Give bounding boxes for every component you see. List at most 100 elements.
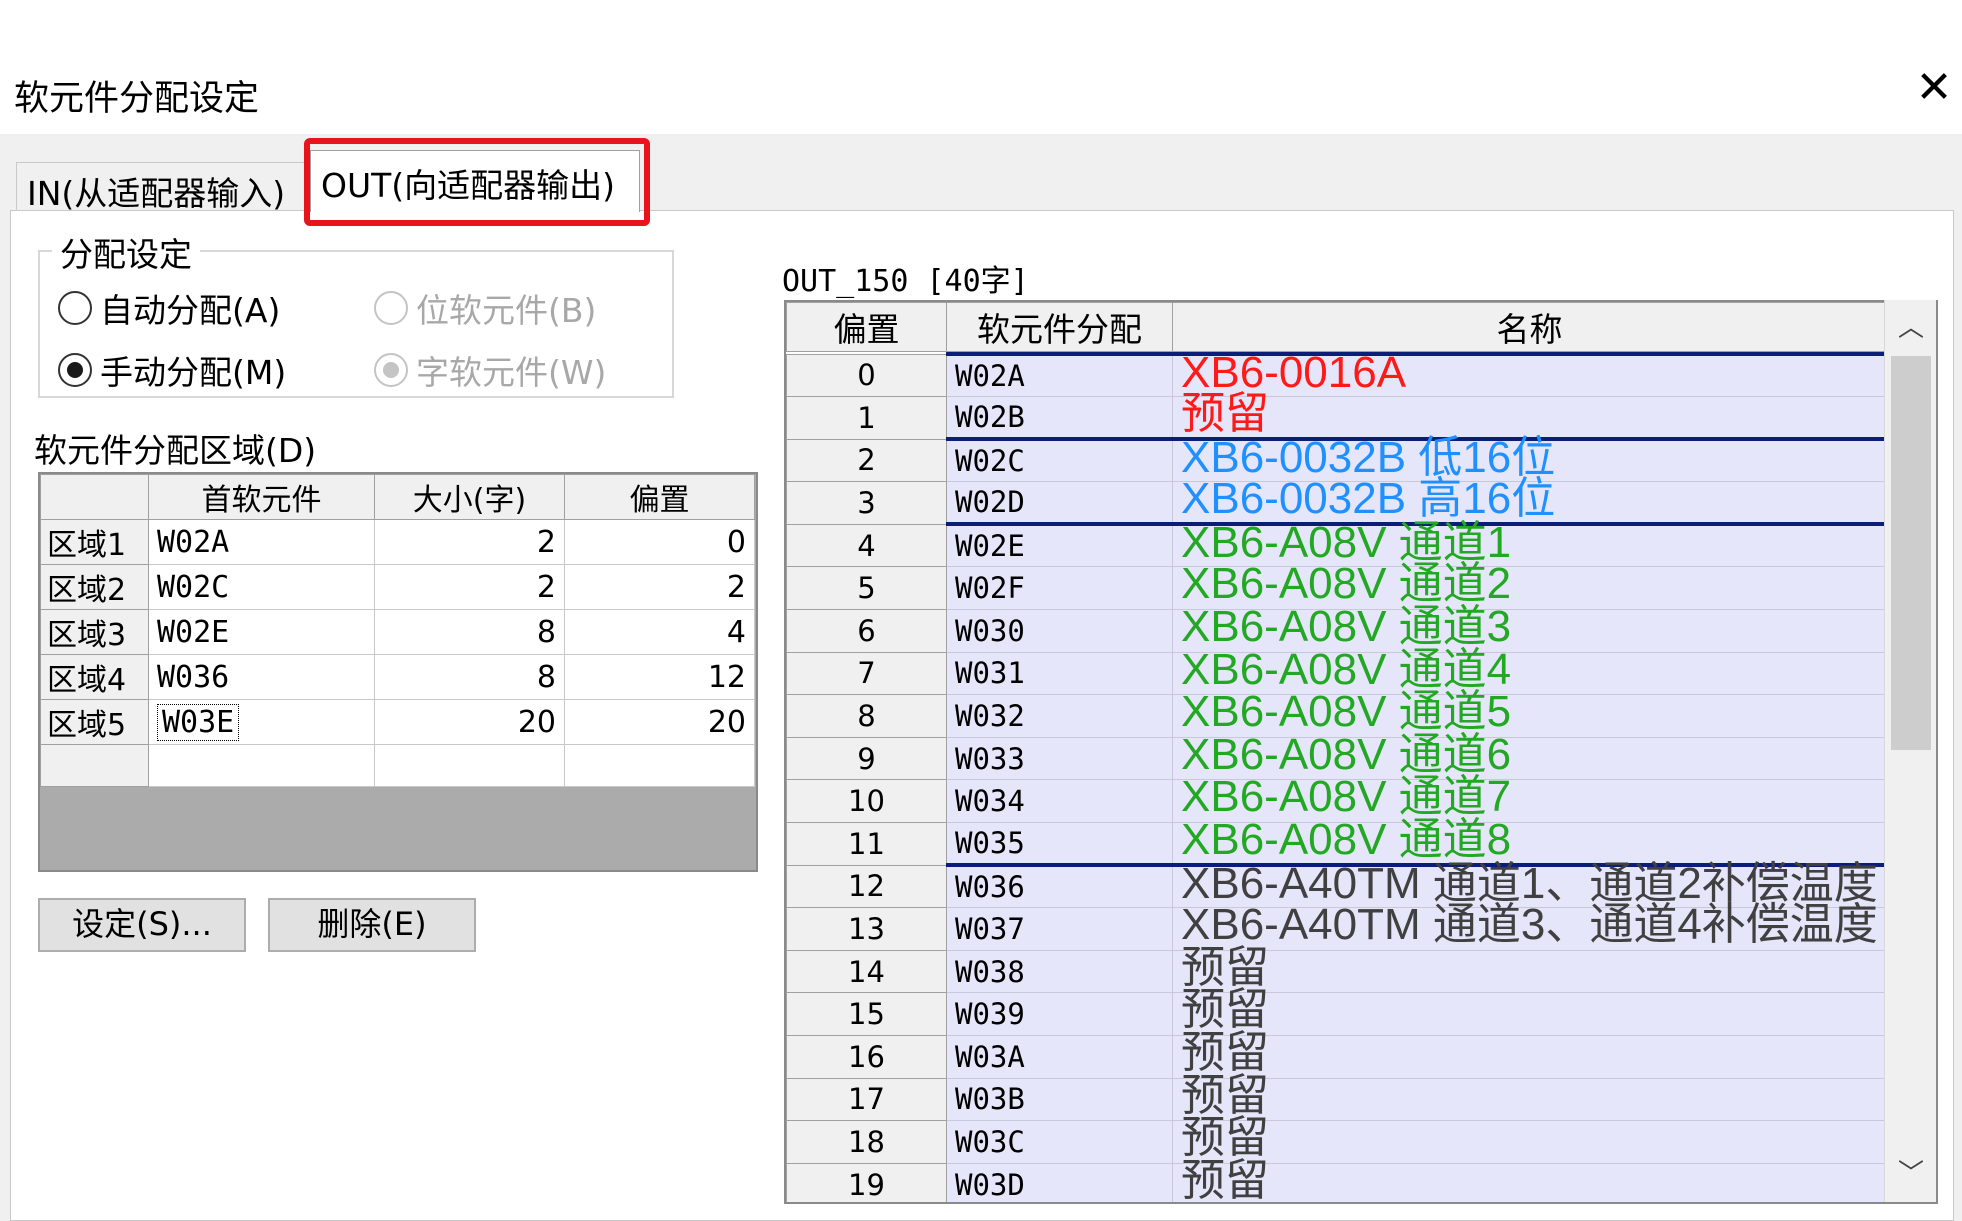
allocation-legend: 分配设定: [52, 228, 200, 276]
out-cell-offset: 15: [786, 992, 947, 1036]
out-cell-device[interactable]: W02D: [946, 481, 1173, 525]
tab-in[interactable]: IN(从适配器输入): [16, 162, 306, 213]
table-row[interactable]: 18 W03C 预留: [786, 1113, 1887, 1164]
out-cell-name[interactable]: 预留: [1172, 1071, 1887, 1122]
vertical-scrollbar[interactable]: ︿ ﹀: [1884, 300, 1936, 1202]
area-cell-size[interactable]: 2: [374, 564, 565, 610]
area-header-device: 首软元件: [148, 474, 375, 520]
table-row[interactable]: 区域3 W02E 8 4: [40, 609, 755, 655]
out-cell-name[interactable]: 预留: [1172, 1156, 1887, 1202]
area-row-header[interactable]: 区域5: [40, 699, 149, 745]
area-cell-device[interactable]: W036: [148, 654, 375, 700]
out-cell-offset: 8: [786, 694, 947, 738]
out-cell-device[interactable]: W032: [946, 694, 1173, 738]
table-row[interactable]: 19 W03D 预留: [786, 1156, 1887, 1202]
area-row-header[interactable]: [40, 744, 149, 787]
area-cell-size[interactable]: 20: [374, 699, 565, 745]
area-cell-size[interactable]: 8: [374, 609, 565, 655]
out-cell-offset: 4: [786, 523, 947, 568]
radio-auto-allocation[interactable]: 自动分配(A): [58, 284, 280, 332]
tab-out[interactable]: OUT(向适配器输出): [310, 150, 640, 212]
area-label: 软元件分配区域(D): [34, 431, 317, 470]
area-cell-device[interactable]: W02A: [148, 519, 375, 565]
out-cell-device[interactable]: W02C: [946, 437, 1173, 483]
area-grid[interactable]: 首软元件 大小(字) 偏置 区域1 W02A 2 0 区域2 W02C 2 2 …: [38, 472, 758, 872]
out-cell-device[interactable]: W03C: [946, 1120, 1173, 1164]
area-row-header[interactable]: 区域4: [40, 654, 149, 700]
table-row[interactable]: 15 W039 预留: [786, 985, 1887, 1036]
delete-button[interactable]: 删除(E): [268, 898, 476, 952]
out-cell-device[interactable]: W02B: [946, 396, 1173, 440]
out-cell-device[interactable]: W037: [946, 907, 1173, 951]
area-cell-device-focused[interactable]: W03E: [148, 699, 375, 745]
set-button[interactable]: 设定(S)...: [38, 898, 246, 952]
out-rows[interactable]: 0 W02A XB6-0016A 1 W02B 预留 2 W02C XB6-0032B 低16位…: [786, 348, 1887, 1202]
out-cell-device[interactable]: W03B: [946, 1078, 1173, 1122]
area-cell-size[interactable]: [374, 744, 565, 787]
out-cell-offset: 11: [786, 822, 947, 866]
area-cell-offset: 20: [564, 699, 755, 745]
area-cell-offset: 12: [564, 654, 755, 700]
out-cell-device[interactable]: W02F: [946, 566, 1173, 611]
out-cell-offset: 5: [786, 566, 947, 611]
area-cell-size[interactable]: 8: [374, 654, 565, 700]
radio-manual-allocation[interactable]: 手动分配(M): [58, 346, 286, 394]
table-row[interactable]: 区域2 W02C 2 2: [40, 564, 755, 610]
radio-manual-label: 手动分配(M): [100, 353, 287, 392]
out-cell-device[interactable]: W02A: [946, 352, 1173, 398]
out-cell-name[interactable]: XB6-0016A: [1172, 348, 1887, 398]
out-cell-device[interactable]: W02E: [946, 522, 1173, 568]
area-row-header[interactable]: 区域3: [40, 609, 149, 655]
table-row[interactable]: 0 W02A XB6-0016A: [786, 348, 1887, 398]
out-cell-name[interactable]: XB6-A40TM 通道3、通道4补偿温度: [1172, 900, 1887, 951]
close-icon[interactable]: ✕: [1912, 66, 1956, 110]
out-cell-offset: 9: [786, 736, 947, 781]
out-cell-offset: 7: [786, 651, 947, 696]
area-corner-header: [40, 474, 149, 520]
table-row[interactable]: 17 W03B 预留: [786, 1071, 1887, 1122]
out-cell-device[interactable]: W035: [946, 822, 1173, 866]
out-grid-header: 偏置 软元件分配 名称: [786, 302, 1887, 352]
radio-unchecked-icon: [58, 291, 92, 325]
out-cell-name[interactable]: 预留: [1172, 1028, 1887, 1079]
out-cell-device[interactable]: W033: [946, 737, 1173, 781]
area-cell-size[interactable]: 2: [374, 519, 565, 565]
area-cell-device[interactable]: [148, 744, 375, 787]
out-cell-device[interactable]: W030: [946, 609, 1173, 653]
out-cell-device[interactable]: W038: [946, 950, 1173, 994]
table-row[interactable]: 16 W03A 预留: [786, 1028, 1887, 1079]
out-header-name: 名称: [1172, 302, 1887, 352]
out-cell-name[interactable]: 预留: [1172, 985, 1887, 1036]
area-header-size: 大小(字): [374, 474, 565, 520]
out-cell-device[interactable]: W031: [946, 652, 1173, 696]
table-row[interactable]: 区域5 W03E 20 20: [40, 699, 755, 745]
scroll-down-icon[interactable]: ﹀: [1885, 1150, 1937, 1198]
out-cell-name[interactable]: 预留: [1172, 1113, 1887, 1164]
scroll-thumb[interactable]: [1891, 356, 1931, 750]
table-row-empty[interactable]: [40, 744, 755, 787]
table-row[interactable]: 13 W037 XB6-A40TM 通道3、通道4补偿温度: [786, 900, 1887, 951]
out-cell-offset: 19: [786, 1162, 947, 1202]
out-cell-device[interactable]: W039: [946, 992, 1173, 1036]
out-cell-offset: 10: [786, 779, 947, 824]
area-cell-device[interactable]: W02E: [148, 609, 375, 655]
table-row[interactable]: 14 W038 预留: [786, 943, 1887, 994]
scroll-up-icon[interactable]: ︿: [1885, 304, 1937, 352]
table-row[interactable]: 区域4 W036 8 12: [40, 654, 755, 700]
out-cell-name[interactable]: 预留: [1172, 943, 1887, 994]
out-grid[interactable]: 偏置 软元件分配 名称 0 W02A XB6-0016A 1 W02B 预留 2 W02C XB…: [784, 300, 1938, 1204]
out-cell-offset: 16: [786, 1035, 947, 1079]
out-name-text: XB6-A40TM 通道3、通道4补偿温度: [1181, 900, 1878, 950]
out-name-text: 预留: [1181, 389, 1269, 439]
area-row-header[interactable]: 区域2: [40, 564, 149, 610]
area-cell-device[interactable]: W02C: [148, 564, 375, 610]
table-row[interactable]: 区域1 W02A 2 0: [40, 519, 755, 565]
out-cell-offset: 6: [786, 609, 947, 653]
out-cell-device[interactable]: W036: [946, 863, 1173, 909]
area-row-header[interactable]: 区域1: [40, 519, 149, 565]
out-cell-device[interactable]: W034: [946, 779, 1173, 824]
out-cell-offset: 13: [786, 907, 947, 951]
out-cell-device[interactable]: W03A: [946, 1035, 1173, 1079]
out-cell-device[interactable]: W03D: [946, 1163, 1173, 1202]
out-cell-offset: 17: [786, 1077, 947, 1122]
